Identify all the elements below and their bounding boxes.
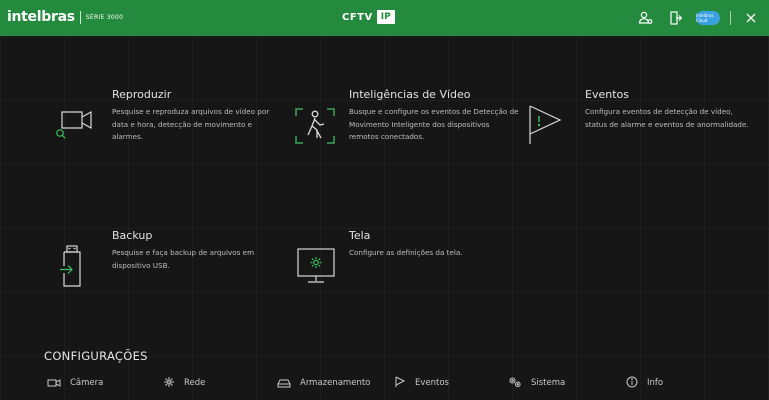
- top-bar: intelbras SÉRIE 3000 CFTV IP Intelbras C…: [0, 0, 769, 36]
- usb-backup-icon: [58, 244, 88, 292]
- tile-title: Inteligências de Vídeo: [349, 88, 471, 101]
- config-title: CONFIGURAÇÕES: [44, 349, 148, 363]
- info-icon: [626, 373, 638, 392]
- config-item-label: Eventos: [415, 377, 449, 388]
- config-item-camera[interactable]: Câmera: [47, 373, 103, 392]
- brand-divider: [79, 10, 81, 24]
- tile-title: Backup: [112, 229, 153, 242]
- tile-description: Pesquise e faça backup de arquivos em di…: [112, 248, 255, 270]
- top-divider: [730, 11, 731, 25]
- event-flag-icon: [394, 373, 406, 392]
- ip-badge: IP: [376, 10, 395, 24]
- cloud-button[interactable]: Intelbras Cloud: [696, 11, 720, 25]
- person-detection-icon: [294, 106, 336, 150]
- logout-icon[interactable]: [666, 8, 686, 28]
- tile-title: Eventos: [585, 88, 629, 101]
- config-item-label: Armazenamento: [300, 377, 371, 388]
- close-icon[interactable]: [741, 8, 761, 28]
- config-item-label: Rede: [184, 377, 206, 388]
- app-title: CFTV IP: [342, 10, 395, 24]
- system-gears-icon: [508, 373, 522, 392]
- tile-title: Reproduzir: [112, 88, 172, 101]
- tile-title: Tela: [349, 229, 371, 242]
- tile-description: Configure as definições da tela.: [349, 248, 463, 257]
- camera-icon: [47, 373, 61, 392]
- config-item-label: Sistema: [531, 377, 566, 388]
- config-item-label: Câmera: [70, 377, 104, 388]
- config-item-rede[interactable]: Rede: [163, 373, 205, 392]
- config-item-eventos[interactable]: Eventos: [394, 373, 449, 392]
- tile-description: Busque e configure os eventos de Detecçã…: [349, 107, 519, 141]
- config-item-label: Info: [647, 377, 664, 388]
- app-title-text: CFTV: [342, 11, 373, 23]
- brand: intelbras SÉRIE 3000: [7, 9, 123, 25]
- network-icon: [163, 373, 175, 392]
- storage-icon: [277, 373, 291, 392]
- tile-description: Pesquise e reproduza arquivos de vídeo p…: [112, 107, 270, 141]
- top-icons: Intelbras Cloud: [636, 8, 761, 28]
- config-item-armazenamento[interactable]: Armazenamento: [277, 373, 370, 392]
- event-flag-icon: [527, 104, 567, 150]
- cloud-label: Intelbras Cloud: [696, 13, 714, 23]
- display-settings-icon: [296, 246, 336, 290]
- config-item-info[interactable]: Info: [626, 373, 663, 392]
- brand-logo: intelbras: [7, 9, 75, 25]
- brand-serie: SÉRIE 3000: [85, 13, 124, 21]
- playback-camera-search-icon: [54, 108, 100, 148]
- config-item-sistema[interactable]: Sistema: [508, 373, 565, 392]
- tile-description: Configura eventos de detecção de vídeo, …: [585, 107, 749, 129]
- user-icon[interactable]: [636, 8, 656, 28]
